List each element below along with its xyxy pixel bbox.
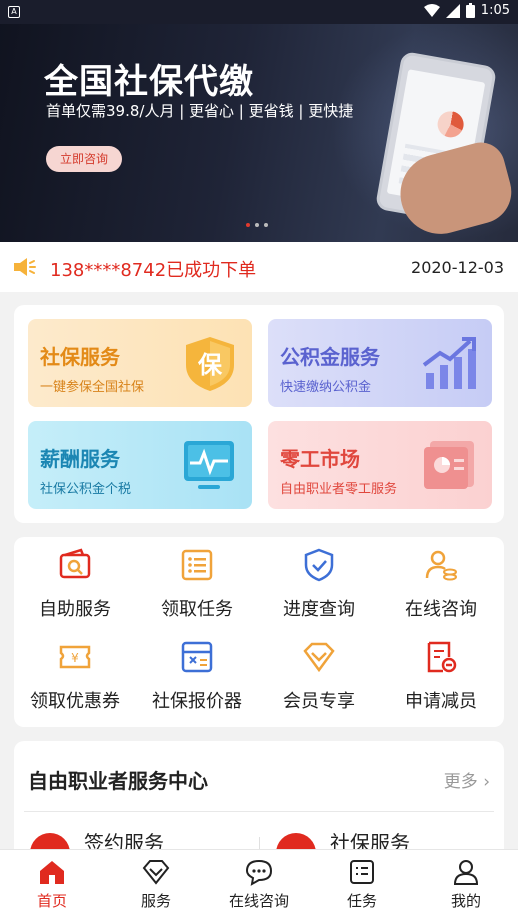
service-cards: 社保服务 一键参保全国社保 保 公积金服务 快速缴纳公积金 薪酬服务 社保公积金… bbox=[14, 305, 504, 523]
banner-dot bbox=[264, 223, 268, 227]
tab-home[interactable]: 首页 bbox=[0, 850, 104, 920]
speaker-icon bbox=[14, 258, 36, 276]
notice-message: 138****8742已成功下单 bbox=[50, 260, 257, 281]
status-bar: A 1:05 bbox=[0, 0, 518, 24]
banner-pagination bbox=[246, 223, 268, 227]
grid-label: 在线咨询 bbox=[405, 599, 477, 620]
person-icon bbox=[453, 860, 479, 885]
promo-banner[interactable]: 全国社保代缴 首单仅需39.8/人月 | 更省心 | 更省钱 | 更快捷 立即咨… bbox=[0, 0, 518, 242]
payroll-service-card[interactable]: 薪酬服务 社保公积金个税 bbox=[28, 421, 252, 509]
list-icon bbox=[181, 549, 213, 581]
bottom-tab-bar: 首页 服务 在线咨询 任务 我的 bbox=[0, 849, 518, 920]
wifi-icon bbox=[423, 3, 440, 17]
card-title: 零工市场 bbox=[280, 447, 360, 471]
document-minus-icon bbox=[427, 641, 457, 673]
banner-dot bbox=[255, 223, 259, 227]
card-title: 薪酬服务 bbox=[40, 447, 120, 471]
grid-item-quote-calculator[interactable]: 社保报价器 bbox=[136, 629, 258, 712]
card-subtitle: 一键参保全国社保 bbox=[40, 380, 145, 395]
status-time: 1:05 bbox=[480, 3, 510, 18]
grid-item-online-consult[interactable]: 在线咨询 bbox=[380, 537, 502, 620]
card-title: 社保服务 bbox=[40, 345, 120, 369]
tab-label: 首页 bbox=[36, 892, 67, 910]
card-subtitle: 快速缴纳公积金 bbox=[280, 380, 372, 395]
chevron-right-icon: › bbox=[483, 772, 490, 792]
grid-label: 领取优惠券 bbox=[30, 691, 120, 712]
grid-item-apply-reduction[interactable]: 申请减员 bbox=[380, 629, 502, 712]
tab-label: 我的 bbox=[450, 892, 481, 910]
wallet-search-icon bbox=[59, 548, 91, 579]
tab-mine[interactable]: 我的 bbox=[414, 850, 518, 920]
signal-icon bbox=[445, 3, 460, 18]
more-label: 更多 bbox=[443, 772, 478, 792]
task-list-icon bbox=[350, 860, 374, 884]
card-title: 公积金服务 bbox=[280, 345, 380, 369]
tab-services[interactable]: 服务 bbox=[104, 850, 208, 920]
order-notice-bar[interactable]: 138****8742已成功下单 2020-12-03 bbox=[0, 242, 518, 292]
grid-label: 会员专享 bbox=[283, 691, 355, 712]
tab-label: 服务 bbox=[140, 892, 171, 910]
grid-label: 申请减员 bbox=[405, 691, 477, 712]
document-chart-icon bbox=[424, 441, 474, 489]
social-insurance-card[interactable]: 社保服务 一键参保全国社保 保 bbox=[28, 319, 252, 407]
person-coins-icon bbox=[425, 550, 457, 581]
banner-title: 全国社保代缴 bbox=[44, 62, 254, 102]
chat-icon bbox=[245, 859, 273, 886]
grid-item-claim-coupon[interactable]: ¥ 领取优惠券 bbox=[14, 629, 136, 712]
grid-label: 社保报价器 bbox=[152, 691, 242, 712]
housing-fund-card[interactable]: 公积金服务 快速缴纳公积金 bbox=[268, 319, 492, 407]
diamond-icon bbox=[303, 642, 335, 673]
tab-label: 在线咨询 bbox=[228, 892, 289, 910]
tab-online-consult[interactable]: 在线咨询 bbox=[207, 850, 311, 920]
tab-label: 任务 bbox=[346, 892, 377, 910]
notice-date: 2020-12-03 bbox=[411, 258, 504, 277]
bar-chart-icon bbox=[422, 337, 476, 389]
gig-market-card[interactable]: 零工市场 自由职业者零工服务 bbox=[268, 421, 492, 509]
notification-a-icon: A bbox=[8, 6, 20, 18]
grid-item-member-exclusive[interactable]: 会员专享 bbox=[258, 629, 380, 712]
card-subtitle: 自由职业者零工服务 bbox=[280, 482, 398, 497]
function-grid: 自助服务 领取任务 进度查询 在线咨询 ¥ 领取优惠券 社保报价器 会员专享 申… bbox=[14, 537, 504, 727]
more-link[interactable]: 更多 › bbox=[444, 767, 490, 792]
svg-text:¥: ¥ bbox=[71, 651, 79, 665]
grid-label: 领取任务 bbox=[161, 599, 233, 620]
card-subtitle: 社保公积金个税 bbox=[40, 482, 132, 497]
grid-label: 进度查询 bbox=[283, 599, 355, 620]
banner-dot bbox=[246, 223, 250, 227]
shield-check-icon bbox=[304, 548, 334, 582]
banner-subtitle: 首单仅需39.8/人月 | 更省心 | 更省钱 | 更快捷 bbox=[46, 102, 354, 120]
shield-bao-icon: 保 bbox=[186, 337, 234, 391]
grid-item-claim-task[interactable]: 领取任务 bbox=[136, 537, 258, 620]
grid-item-progress-query[interactable]: 进度查询 bbox=[258, 537, 380, 620]
monitor-pulse-icon bbox=[184, 441, 234, 489]
consult-now-button[interactable]: 立即咨询 bbox=[46, 146, 122, 172]
grid-item-self-service[interactable]: 自助服务 bbox=[14, 537, 136, 620]
grid-label: 自助服务 bbox=[39, 599, 111, 620]
divider bbox=[24, 811, 494, 812]
home-icon bbox=[40, 861, 64, 884]
tab-tasks[interactable]: 任务 bbox=[310, 850, 414, 920]
calculator-icon bbox=[181, 641, 213, 673]
coupon-yen-icon: ¥ bbox=[59, 645, 91, 669]
battery-icon bbox=[465, 3, 475, 18]
diamond-icon bbox=[142, 860, 170, 885]
section-title: 自由职业者服务中心 bbox=[28, 769, 208, 793]
svg-text:保: 保 bbox=[197, 351, 223, 379]
